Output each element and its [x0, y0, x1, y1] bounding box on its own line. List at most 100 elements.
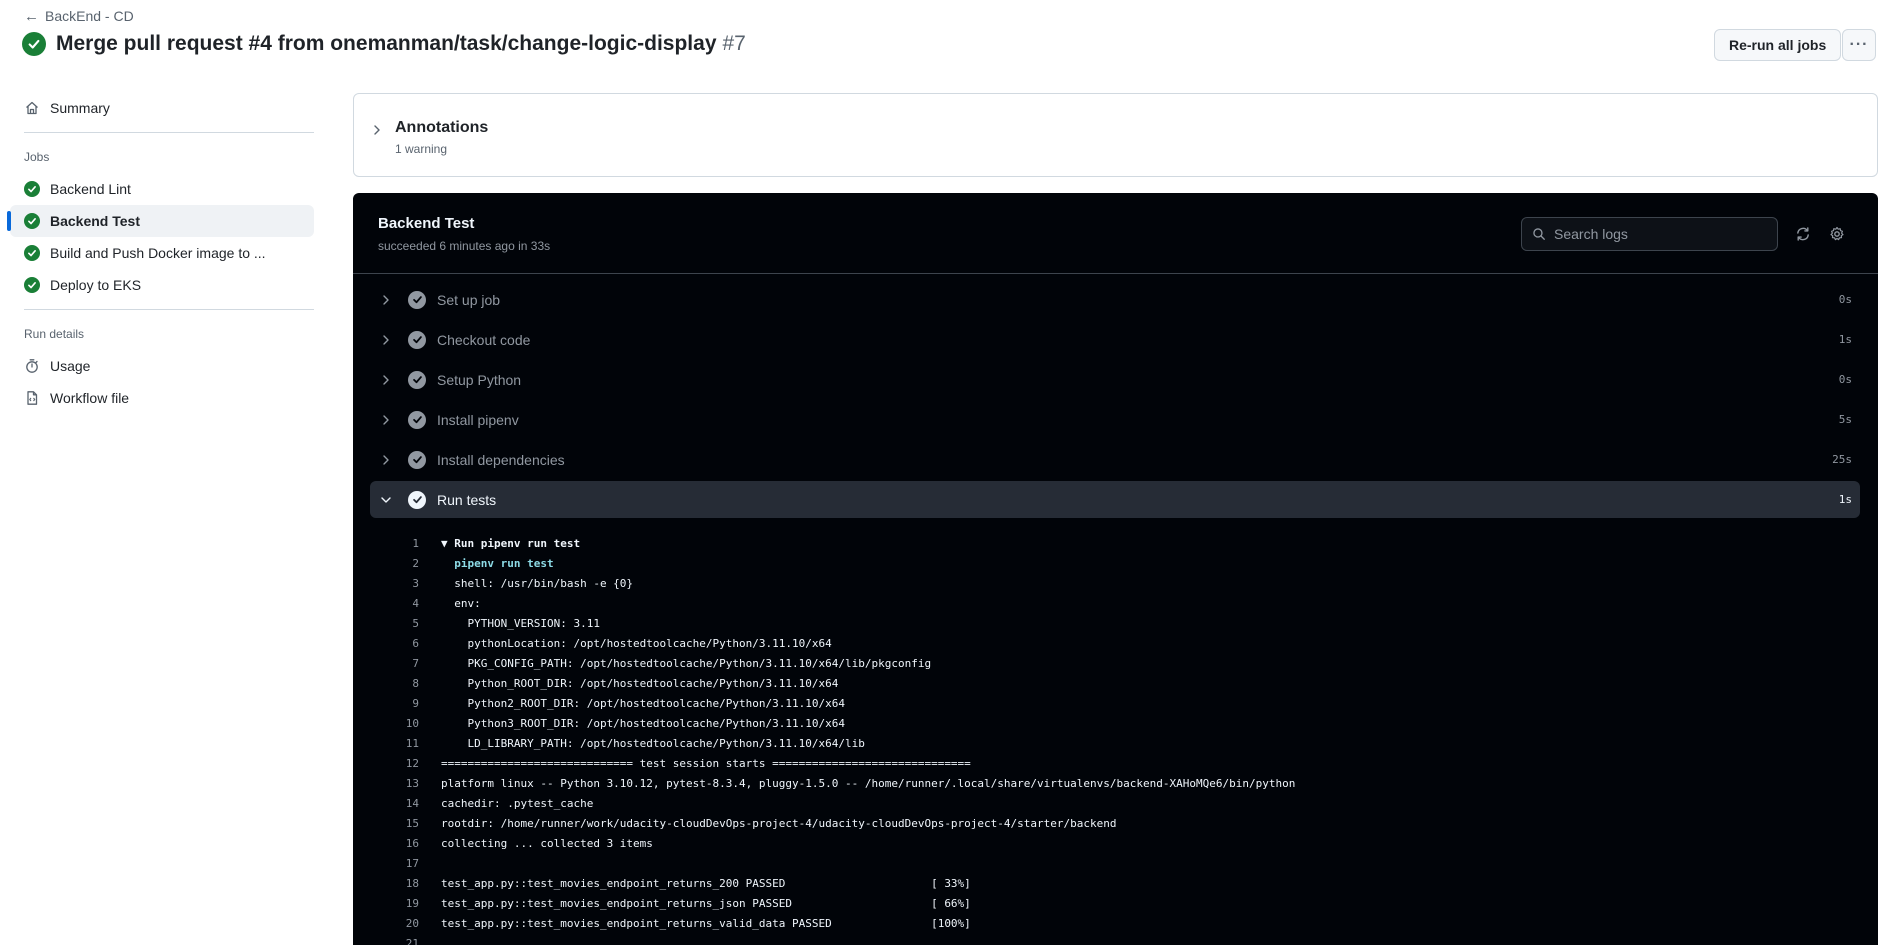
- step-duration: 25s: [1832, 453, 1852, 466]
- step-duration: 0s: [1838, 293, 1852, 306]
- log-line: 6 pythonLocation: /opt/hostedtoolcache/P…: [370, 633, 1860, 653]
- log-line-text: rootdir: /home/runner/work/udacity-cloud…: [441, 816, 1117, 830]
- log-line: 4 env:: [370, 593, 1860, 613]
- settings-button[interactable]: [1825, 222, 1849, 246]
- success-check-icon: [22, 32, 46, 56]
- log-line: 2 pipenv run test: [370, 553, 1860, 573]
- step-duration: 1s: [1838, 493, 1852, 506]
- step-set-up-job[interactable]: Set up job 0s: [370, 281, 1860, 318]
- run-number: #7: [722, 32, 746, 55]
- step-name: Run tests: [437, 491, 497, 508]
- log-line-number[interactable]: 16: [370, 837, 419, 850]
- log-output: 1 ▼ Run pipenv run test 2 pipenv run test 3…: [370, 533, 1860, 945]
- arrow-left-icon: ←: [24, 7, 39, 25]
- chevron-down-icon: [381, 496, 391, 503]
- sidebar-item-deploy-eks[interactable]: Deploy to EKS: [10, 269, 314, 301]
- log-line-number[interactable]: 5: [370, 617, 419, 630]
- log-line-number[interactable]: 21: [370, 937, 419, 945]
- sidebar-item-label: Usage: [50, 358, 91, 374]
- log-line: 13 platform linux -- Python 3.10.12, pyte…: [370, 773, 1860, 793]
- annotations-title: Annotations: [395, 119, 489, 136]
- log-line-number[interactable]: 1: [370, 537, 419, 550]
- log-line: 10 Python3_ROOT_DIR: /opt/hostedtoolcach…: [370, 713, 1860, 733]
- step-success-icon: [408, 330, 426, 349]
- home-icon: [24, 100, 40, 116]
- search-logs-field[interactable]: [1521, 217, 1778, 251]
- log-line: 15 rootdir: /home/runner/work/udacity-clo…: [370, 813, 1860, 833]
- job-log-header: Backend Test succeeded 6 minutes ago in …: [353, 193, 1878, 274]
- run-title: Merge pull request #4 from onemanman/tas…: [22, 32, 746, 56]
- sidebar-item-build-push-docker[interactable]: Build and Push Docker image to ...: [10, 237, 314, 269]
- log-line-text: PYTHON_VERSION: 3.11: [441, 616, 600, 630]
- step-install-pipenv[interactable]: Install pipenv 5s: [370, 401, 1860, 438]
- back-link[interactable]: ← BackEnd - CD: [24, 8, 134, 24]
- log-line-number[interactable]: 18: [370, 877, 419, 890]
- stopwatch-icon: [24, 358, 40, 374]
- chevron-right-icon: [383, 414, 389, 425]
- sidebar-item-usage[interactable]: Usage: [10, 350, 314, 382]
- sidebar-item-label: Summary: [50, 100, 110, 116]
- step-success-icon: [408, 410, 426, 429]
- refresh-button[interactable]: [1791, 222, 1815, 246]
- log-line-number[interactable]: 3: [370, 577, 419, 590]
- sync-icon: [1797, 227, 1809, 241]
- step-setup-python[interactable]: Setup Python 0s: [370, 361, 1860, 398]
- step-success-icon: [408, 450, 426, 469]
- log-line-text: test_app.py::test_movies_endpoint_return…: [441, 876, 971, 890]
- log-line-text: test_app.py::test_movies_endpoint_return…: [441, 916, 971, 930]
- log-line-text: platform linux -- Python 3.10.12, pytest…: [441, 776, 1296, 790]
- search-logs-input[interactable]: [1554, 226, 1764, 242]
- log-line: 20 test_app.py::test_movies_endpoint_retu…: [370, 913, 1860, 933]
- log-line-number[interactable]: 6: [370, 637, 419, 650]
- log-line-text: ============================= test sessi…: [441, 756, 971, 770]
- log-line-number[interactable]: 10: [370, 717, 419, 730]
- rerun-all-jobs-button[interactable]: Re-run all jobs: [1714, 29, 1842, 61]
- log-line-number[interactable]: 7: [370, 657, 419, 670]
- log-line-text: collecting ... collected 3 items: [441, 836, 653, 850]
- divider: [24, 132, 314, 133]
- sidebar-item-backend-test[interactable]: Backend Test: [7, 205, 314, 237]
- log-line-number[interactable]: 15: [370, 817, 419, 830]
- log-line-number[interactable]: 14: [370, 797, 419, 810]
- log-line-number[interactable]: 20: [370, 917, 419, 930]
- log-line-number[interactable]: 17: [370, 857, 419, 870]
- file-icon: [24, 390, 40, 406]
- log-line-number[interactable]: 13: [370, 777, 419, 790]
- run-details-heading: Run details: [24, 327, 85, 341]
- log-line-number[interactable]: 12: [370, 757, 419, 770]
- log-line-number[interactable]: 2: [370, 557, 419, 570]
- success-check-icon: [24, 181, 40, 197]
- log-line-number[interactable]: 8: [370, 677, 419, 690]
- step-install-dependencies[interactable]: Install dependencies 25s: [370, 441, 1860, 478]
- log-line: 11 LD_LIBRARY_PATH: /opt/hostedtoolcache…: [370, 733, 1860, 753]
- step-name: Set up job: [437, 291, 501, 308]
- sidebar-item-label: Backend Test: [50, 213, 140, 229]
- step-checkout-code[interactable]: Checkout code 1s: [370, 321, 1860, 358]
- job-log-panel: Backend Test succeeded 6 minutes ago in …: [353, 193, 1878, 945]
- log-line-number[interactable]: 11: [370, 737, 419, 750]
- step-name: Checkout code: [437, 331, 531, 348]
- more-options-button[interactable]: ···: [1842, 29, 1876, 61]
- log-line-number[interactable]: 19: [370, 897, 419, 910]
- log-line-text: pipenv run test: [441, 556, 554, 570]
- log-line: 1 ▼ Run pipenv run test: [370, 533, 1860, 553]
- jobs-heading: Jobs: [24, 150, 50, 164]
- log-line-number[interactable]: 9: [370, 697, 419, 710]
- sidebar-item-summary[interactable]: Summary: [10, 92, 314, 124]
- run-title-text: Merge pull request #4 from onemanman/tas…: [56, 32, 717, 55]
- step-run-tests[interactable]: Run tests 1s: [370, 481, 1860, 518]
- log-line: 14 cachedir: .pytest_cache: [370, 793, 1860, 813]
- log-line: 7 PKG_CONFIG_PATH: /opt/hostedtoolcache/…: [370, 653, 1860, 673]
- job-steps: Set up job 0s Checkout code 1s Setup Pyt…: [370, 281, 1860, 521]
- annotations-card[interactable]: Annotations 1 warning: [353, 93, 1878, 177]
- step-success-icon: [408, 290, 426, 309]
- sidebar-item-backend-lint[interactable]: Backend Lint: [10, 173, 314, 205]
- log-line-text: Python_ROOT_DIR: /opt/hostedtoolcache/Py…: [441, 676, 839, 690]
- annotations-count: 1 warning: [395, 142, 448, 156]
- log-line-number[interactable]: 4: [370, 597, 419, 610]
- chevron-right-icon: [383, 374, 389, 385]
- log-line-text: test_app.py::test_movies_endpoint_return…: [441, 896, 971, 910]
- log-line: 19 test_app.py::test_movies_endpoint_retu…: [370, 893, 1860, 913]
- sidebar-item-workflow-file[interactable]: Workflow file: [10, 382, 314, 414]
- step-duration: 5s: [1838, 413, 1852, 426]
